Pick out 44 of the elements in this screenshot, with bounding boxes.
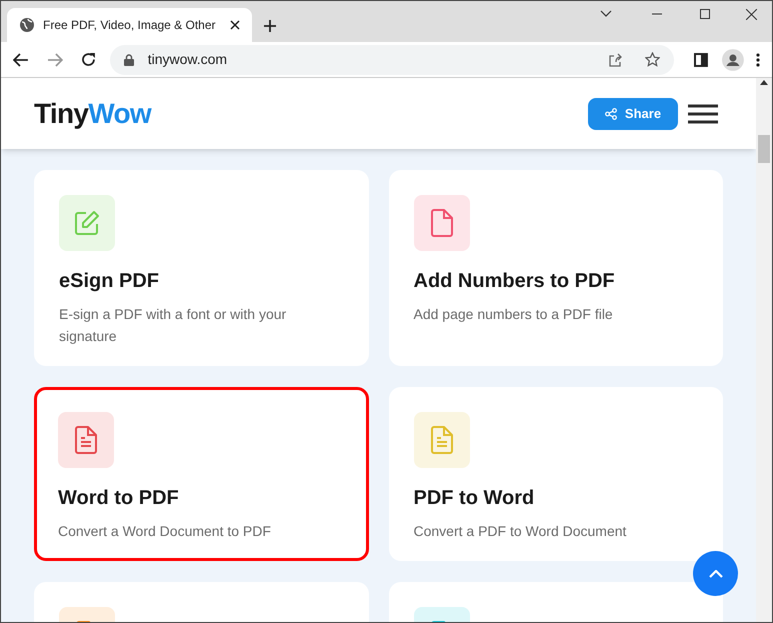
scrollbar-thumb[interactable] [758, 135, 770, 163]
minimize-icon[interactable] [652, 13, 662, 15]
menu-icon[interactable] [688, 104, 718, 124]
card-title: Add Numbers to PDF [414, 269, 616, 294]
tab-title: Free PDF, Video, Image & Other [43, 17, 217, 34]
tool-card[interactable]: PDF to Word Convert a PDF to Word Document [388, 387, 723, 561]
share-button[interactable]: Share [588, 98, 678, 130]
new-tab-icon[interactable] [263, 19, 277, 33]
card-title: Word to PDF [58, 486, 180, 511]
profile-icon[interactable] [722, 48, 744, 70]
file-icon [430, 209, 454, 237]
maximize-icon[interactable] [700, 9, 710, 19]
url-text: tinywow.com [148, 50, 228, 69]
card-title: eSign PDF [59, 269, 160, 294]
back-arrow-icon[interactable] [13, 52, 29, 66]
edit-icon [73, 209, 101, 237]
dropdown-icon[interactable] [600, 10, 612, 18]
tool-card[interactable]: Add Numbers to PDF Add page numbers to a PDF file [388, 170, 723, 366]
tool-card[interactable]: eSign PDF E-sign a PDF with a font or with your signature [34, 170, 368, 366]
side-panel-icon[interactable] [694, 52, 708, 66]
more-menu-icon[interactable] [756, 52, 760, 66]
card-title: PDF to Word [414, 486, 536, 511]
close-icon[interactable] [230, 20, 240, 30]
chevron-up-icon [708, 570, 722, 578]
scroll-up-icon[interactable] [760, 80, 768, 85]
address-bar[interactable]: tinywow.com [110, 44, 674, 74]
globe-icon [19, 17, 35, 33]
card-description: Convert a Word Document to PDF [58, 522, 272, 541]
share-icon [604, 108, 617, 120]
browser-tab[interactable]: Free PDF, Video, Image & Other [7, 8, 252, 42]
card-description: E-sign a PDF with a font or with your signature [59, 305, 288, 346]
tool-card[interactable]: Word to PDF Convert a Word Document to PDF [34, 387, 368, 561]
lock-icon [124, 54, 134, 66]
share-page-icon[interactable] [608, 52, 624, 66]
star-icon[interactable] [645, 52, 660, 67]
document-icon [74, 426, 98, 454]
card-description: Add page numbers to a PDF file [414, 305, 614, 324]
reload-icon[interactable] [80, 52, 96, 67]
scrollbar[interactable] [756, 78, 772, 622]
card-description: Convert a PDF to Word Document [414, 522, 628, 541]
forward-arrow-icon[interactable] [46, 52, 63, 66]
document-icon [430, 426, 454, 454]
close-window-icon[interactable] [746, 8, 757, 20]
logo[interactable]: TinyWow [34, 92, 588, 134]
